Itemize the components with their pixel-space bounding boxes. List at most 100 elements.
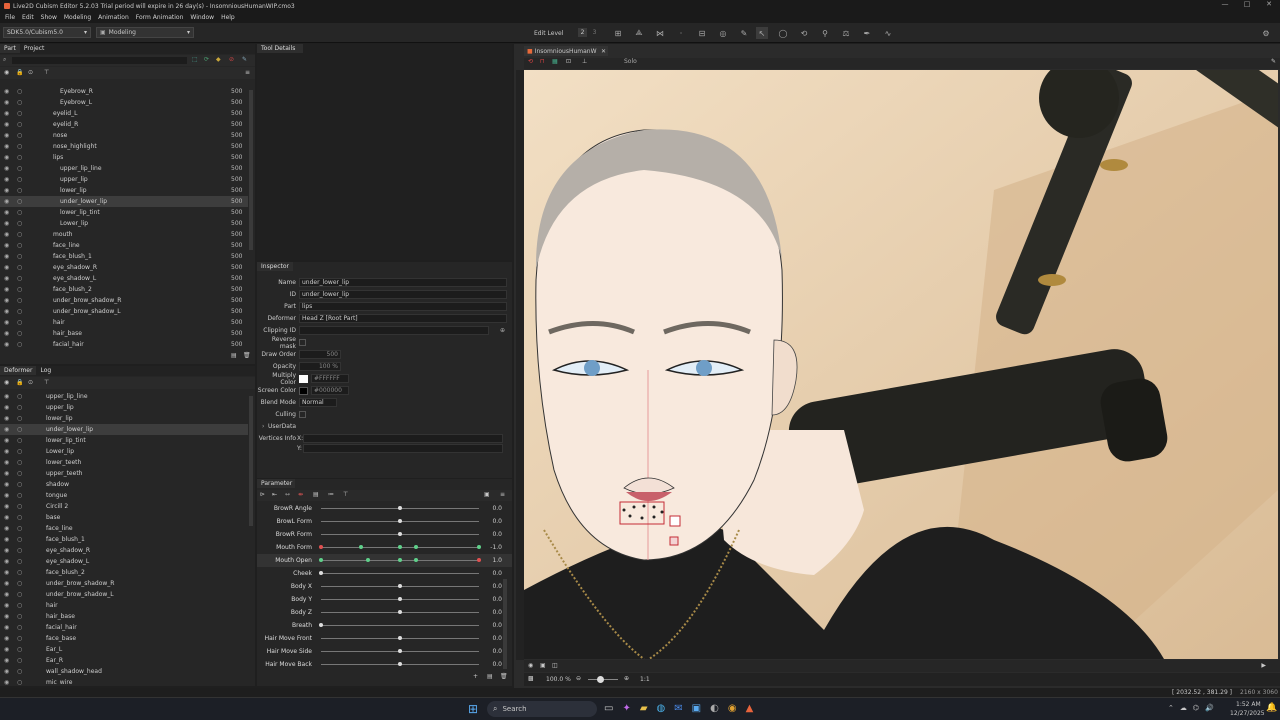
- lock-circle-icon[interactable]: ○: [17, 525, 22, 532]
- parameter-knob[interactable]: [398, 636, 402, 640]
- deformer-row[interactable]: ◉ ○ lower_lip: [0, 413, 248, 424]
- deformer-row[interactable]: ◉ ○ upper_teeth: [0, 468, 248, 479]
- pen-icon[interactable]: ✒: [861, 27, 873, 39]
- deformer-select[interactable]: Head Z [Root Part]: [299, 314, 507, 323]
- arrow-select-icon[interactable]: ↖: [756, 27, 768, 39]
- zoom-level[interactable]: 100.0 %: [546, 676, 571, 683]
- lock-circle-icon[interactable]: ○: [17, 415, 22, 422]
- clock-time[interactable]: 1:52 AM: [1236, 701, 1261, 708]
- visibility-eye-icon[interactable]: ◉: [4, 679, 9, 685]
- trash-icon[interactable]: 🗑: [243, 352, 251, 359]
- menu-edit[interactable]: Edit: [22, 14, 34, 21]
- parameter-knob[interactable]: [398, 610, 402, 614]
- parameter-value[interactable]: 0.0: [492, 622, 502, 629]
- lock-circle-icon[interactable]: ○: [17, 132, 22, 139]
- file-explorer-icon[interactable]: ▰: [640, 703, 648, 714]
- part-row[interactable]: ◉ ○ eyelid_R 500: [0, 119, 248, 130]
- parameter-knob[interactable]: [398, 506, 402, 510]
- tray-chevron-icon[interactable]: ⌃: [1168, 704, 1174, 712]
- link-icon[interactable]: ⊕: [500, 327, 505, 334]
- param-menu-icon[interactable]: ≡: [500, 491, 505, 498]
- lock-circle-icon[interactable]: ○: [17, 404, 22, 411]
- lock-circle-icon[interactable]: ○: [17, 99, 22, 106]
- keyform-dot[interactable]: [413, 545, 418, 549]
- visibility-eye-icon[interactable]: ◉: [4, 514, 9, 521]
- visibility-eye-icon[interactable]: ◉: [4, 341, 9, 348]
- reverse-mask-checkbox[interactable]: [299, 339, 306, 346]
- visibility-eye-icon[interactable]: ◉: [4, 286, 9, 293]
- part-row[interactable]: ◉ ○ eye_shadow_L 500: [0, 273, 248, 284]
- parameter-value[interactable]: 0.0: [492, 518, 502, 525]
- lock-circle-icon[interactable]: ○: [17, 624, 22, 631]
- lock-circle-icon[interactable]: ○: [17, 308, 22, 315]
- menu-modeling[interactable]: Modeling: [64, 14, 91, 21]
- onedrive-icon[interactable]: ☁: [1180, 704, 1187, 712]
- visibility-eye-icon[interactable]: ◉: [4, 308, 9, 315]
- visibility-eye-icon[interactable]: ◉: [4, 437, 9, 444]
- deformer-row[interactable]: ◉ ○ mic_wire: [0, 677, 248, 685]
- edit-level-3-button[interactable]: 3: [590, 28, 599, 37]
- visibility-eye-icon[interactable]: ◉: [4, 481, 9, 488]
- camera-icon[interactable]: ▣: [540, 662, 546, 669]
- lock-circle-icon[interactable]: ○: [17, 536, 22, 543]
- visibility-eye-icon[interactable]: ◉: [4, 330, 9, 337]
- part-row[interactable]: ◉ ○ nose_highlight 500: [0, 141, 248, 152]
- lock-circle-icon[interactable]: ○: [17, 657, 22, 664]
- live2d-icon[interactable]: ▲: [746, 703, 754, 714]
- lock-circle-icon[interactable]: ○: [17, 547, 22, 554]
- visibility-eye-icon[interactable]: ◉: [4, 525, 9, 532]
- weight-icon[interactable]: ⚖: [840, 27, 852, 39]
- tab-part[interactable]: Part: [0, 44, 20, 53]
- lock-circle-icon[interactable]: ○: [17, 165, 22, 172]
- deformer-row[interactable]: ◉ ○ eye_shadow_R: [0, 545, 248, 556]
- lock-circle-icon[interactable]: ○: [17, 231, 22, 238]
- multiply-color-swatch[interactable]: [299, 374, 308, 383]
- lock-circle-icon[interactable]: ○: [17, 580, 22, 587]
- menu-show[interactable]: Show: [41, 14, 57, 21]
- outlook-icon[interactable]: ✉: [674, 703, 682, 714]
- visibility-eye-icon[interactable]: ◉: [4, 492, 9, 499]
- deformer-row[interactable]: ◉ ○ base: [0, 512, 248, 523]
- parameter-scrollbar[interactable]: [503, 579, 507, 669]
- parameter-knob[interactable]: [319, 571, 323, 575]
- group-param-icon[interactable]: ▤: [487, 673, 493, 680]
- part-row[interactable]: ◉ ○ lower_lip 500: [0, 185, 248, 196]
- parameter-value[interactable]: 0.0: [492, 596, 502, 603]
- delete-param-icon[interactable]: 🗑: [500, 673, 508, 680]
- lock-circle-icon[interactable]: ○: [17, 275, 22, 282]
- parameter-row[interactable]: BrowR Angle 0.0: [257, 502, 512, 515]
- zoom-out-icon[interactable]: ⊖: [576, 675, 581, 682]
- lock-circle-icon[interactable]: ○: [17, 492, 22, 499]
- deformer-row[interactable]: ◉ ○ lower_lip_tint: [0, 435, 248, 446]
- tab-project[interactable]: Project: [20, 44, 49, 53]
- screen-color-swatch[interactable]: [299, 386, 308, 395]
- visibility-eye-icon[interactable]: ◉: [4, 536, 9, 543]
- lock-circle-icon[interactable]: ○: [17, 448, 22, 455]
- menu-form-animation[interactable]: Form Animation: [136, 14, 184, 21]
- visibility-eye-icon[interactable]: ◉: [4, 470, 9, 477]
- taskbar-search[interactable]: ⌕ Search: [487, 701, 597, 717]
- lock-circle-icon[interactable]: ○: [17, 635, 22, 642]
- opacity-field[interactable]: 100 %: [299, 362, 341, 371]
- param-link-icon[interactable]: ⇤: [272, 491, 277, 498]
- lock-circle-icon[interactable]: ○: [17, 558, 22, 565]
- deformer-row[interactable]: ◉ ○ Ear_L: [0, 644, 248, 655]
- userdata-expand-icon[interactable]: ›: [262, 423, 264, 430]
- lock-circle-icon[interactable]: ○: [17, 143, 22, 150]
- brush-icon[interactable]: ✎: [738, 27, 750, 39]
- parameter-knob[interactable]: [398, 584, 402, 588]
- deformer-scrollbar[interactable]: [249, 396, 253, 526]
- deformer-row[interactable]: ◉ ○ shadow: [0, 479, 248, 490]
- mode-select[interactable]: ▣ Modeling ▾: [96, 27, 194, 38]
- volume-icon[interactable]: 🔊: [1205, 704, 1214, 712]
- lock-circle-icon[interactable]: ○: [17, 330, 22, 337]
- parameter-knob[interactable]: [477, 558, 481, 562]
- tree-header-icon[interactable]: ⊤: [44, 69, 49, 76]
- menu-lines-icon[interactable]: ≡: [245, 69, 250, 76]
- visibility-eye-icon[interactable]: ◉: [4, 121, 9, 128]
- checker-icon[interactable]: ▩: [528, 675, 534, 682]
- name-field[interactable]: under_lower_lip: [299, 278, 507, 287]
- lock-circle-icon[interactable]: ○: [17, 110, 22, 117]
- part-row[interactable]: ◉ ○ Eyebrow_R 500: [0, 86, 248, 97]
- deformer-row[interactable]: ◉ ○ lower_teeth: [0, 457, 248, 468]
